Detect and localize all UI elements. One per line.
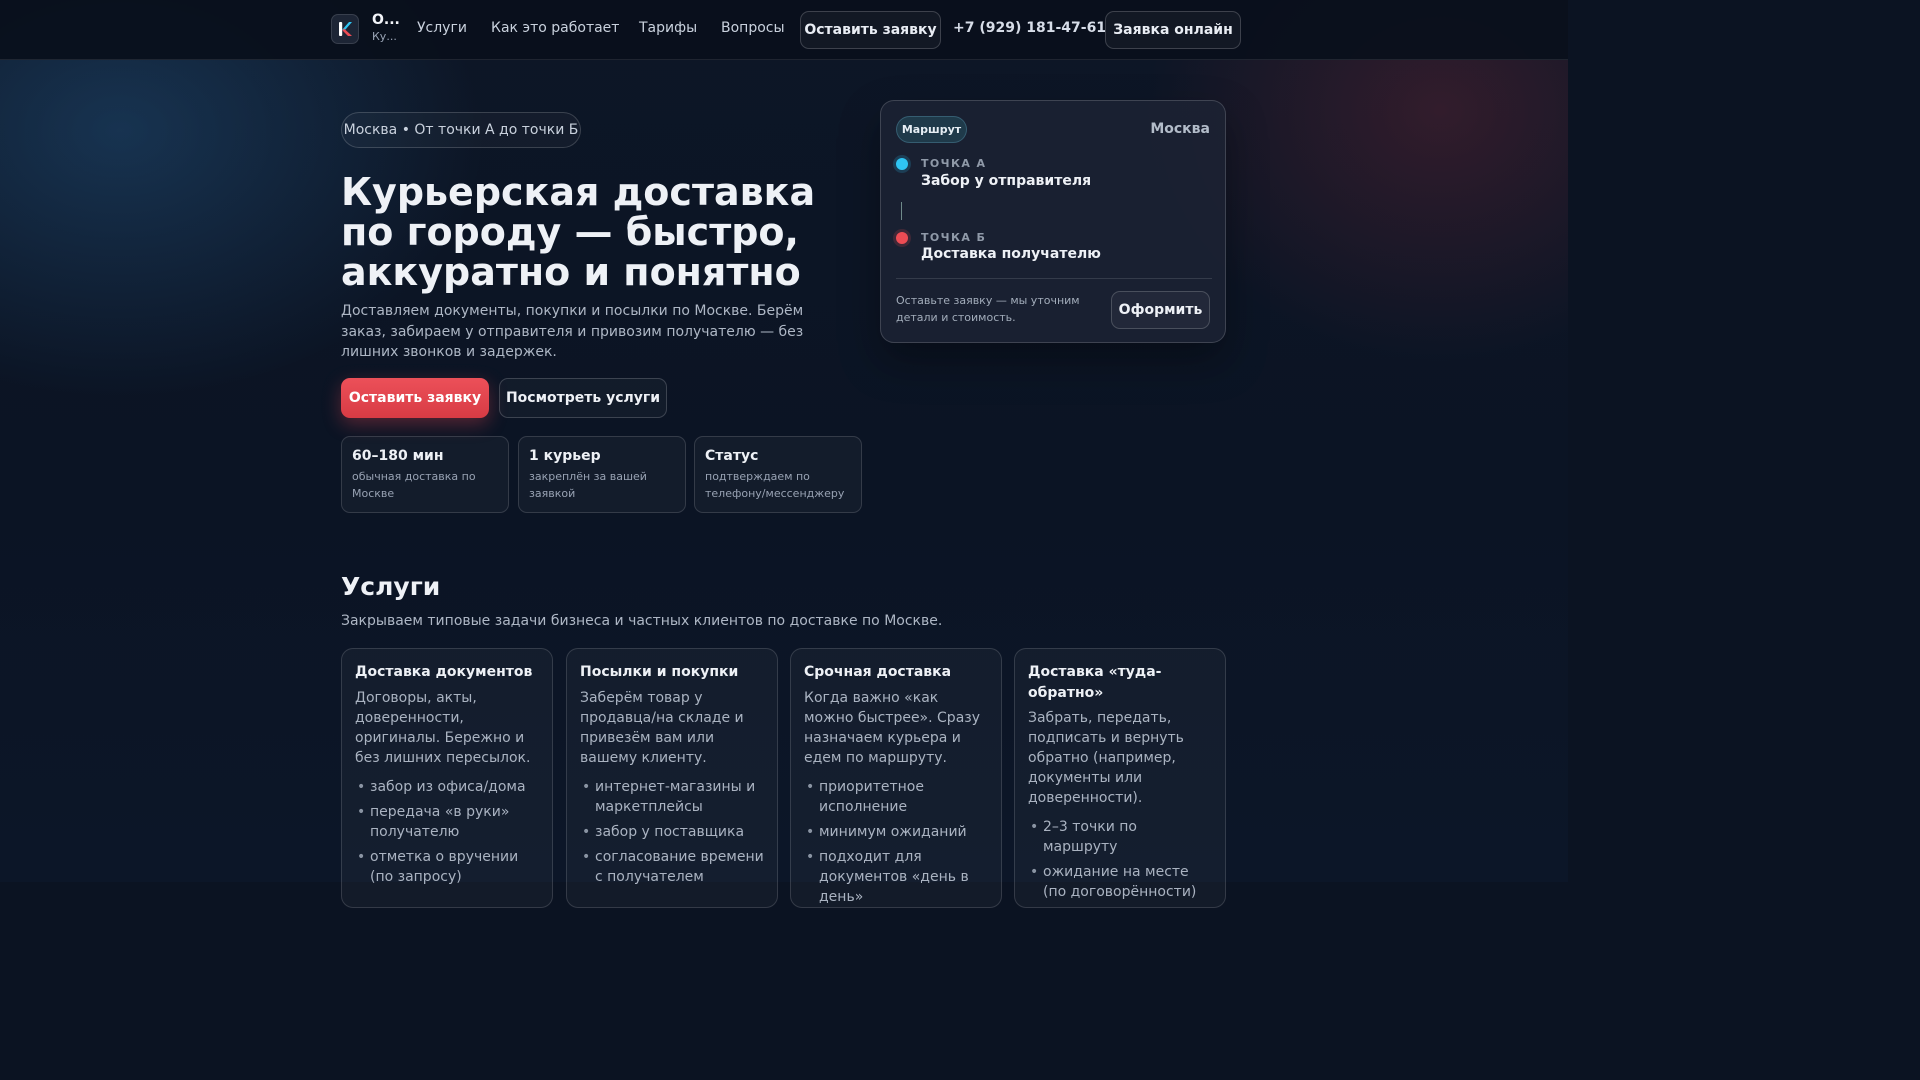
- services-title: Услуги: [341, 572, 441, 601]
- list-item: отметка о вручении (по запросу): [355, 847, 539, 887]
- route-note: Оставьте заявку — мы уточним детали и ст…: [896, 294, 1080, 324]
- stat-title: Статус: [705, 448, 759, 464]
- brand-subtitle: Ку...: [372, 30, 397, 43]
- brand-title[interactable]: О...: [372, 12, 400, 28]
- stat-card-courier: 1 курьер закреплён за вашей заявкой: [518, 436, 686, 513]
- stat-card-status: Статус подтверждаем по телефону/мессендж…: [694, 436, 862, 513]
- top-navbar: О... Ку... Услуги Как это работает Тариф…: [0, 0, 1568, 60]
- list-item: приоритетное исполнение: [804, 777, 988, 817]
- list-item: минимум ожиданий: [804, 822, 988, 842]
- list-item: согласование времени с получателем: [580, 847, 764, 887]
- point-a-label: ТОЧКА А: [921, 157, 987, 170]
- list-item: ожидание на месте (по договорённости): [1028, 862, 1212, 902]
- nav-link-how-it-works[interactable]: Как это работает: [491, 20, 619, 36]
- service-card-description: Когда важно «как можно быстрее». Сразу н…: [804, 689, 980, 766]
- service-card-parcels: Посылки и покупки Заберём товар у продав…: [566, 648, 778, 908]
- service-card-title: Доставка «туда-обратно»: [1028, 664, 1162, 701]
- list-item: забор из офиса/дома: [355, 777, 539, 797]
- point-b-marker-icon: [896, 232, 908, 244]
- logo[interactable]: [331, 14, 359, 44]
- route-divider: [896, 278, 1212, 279]
- service-card-round-trip: Доставка «туда-обратно» Забрать, передат…: [1014, 648, 1226, 908]
- hero-request-button[interactable]: Оставить заявку: [341, 378, 489, 418]
- point-b-title: Доставка получателю: [921, 246, 1101, 262]
- nav-link-pricing[interactable]: Тарифы: [639, 20, 697, 36]
- route-city: Москва: [1150, 121, 1210, 137]
- services-description: Закрываем типовые задачи бизнеса и частн…: [341, 613, 943, 629]
- service-card-description: Договоры, акты, доверенности, оригиналы.…: [355, 689, 531, 766]
- k-logo-icon: [339, 22, 352, 36]
- point-a-title: Забор у отправителя: [921, 173, 1092, 189]
- point-a-marker-icon: [896, 158, 908, 170]
- service-card-description: Забрать, передать, подписать и вернуть о…: [1028, 710, 1184, 806]
- hero-location-tag: Москва • От точки А до точки Б: [341, 112, 581, 148]
- service-feature-list: забор из офиса/дома передача «в руки» по…: [355, 777, 539, 887]
- order-button[interactable]: Оформить: [1111, 291, 1210, 329]
- list-item: 2–3 точки по маршруту: [1028, 817, 1212, 857]
- service-feature-list: приоритетное исполнение минимум ожиданий…: [804, 777, 988, 907]
- service-card-description: Заберём товар у продавца/на складе и при…: [580, 689, 744, 766]
- list-item: забор у поставщика: [580, 822, 764, 842]
- stat-card-delivery-time: 60–180 мин обычная доставка по Москве: [341, 436, 509, 513]
- service-card-title: Посылки и покупки: [580, 664, 739, 680]
- service-card-documents: Доставка документов Договоры, акты, дове…: [341, 648, 553, 908]
- service-card-title: Срочная доставка: [804, 664, 952, 680]
- service-card-title: Доставка документов: [355, 664, 533, 680]
- stat-subtitle: закреплён за вашей заявкой: [529, 470, 647, 500]
- point-b-label: ТОЧКА Б: [921, 231, 987, 244]
- list-item: передача «в руки» получателю: [355, 802, 539, 842]
- view-services-button[interactable]: Посмотреть услуги: [499, 378, 667, 418]
- stat-title: 1 курьер: [529, 448, 601, 464]
- service-card-urgent: Срочная доставка Когда важно «как можно …: [790, 648, 1002, 908]
- hero-title: Курьерская доставка по городу — быстро, …: [341, 170, 816, 294]
- list-item: интернет-магазины и маркетплейсы: [580, 777, 764, 817]
- nav-link-faq[interactable]: Вопросы: [721, 20, 785, 36]
- route-badge: Маршрут: [896, 116, 967, 143]
- service-feature-list: 2–3 точки по маршруту ожидание на месте …: [1028, 817, 1212, 902]
- route-panel: Маршрут Москва ТОЧКА А Забор у отправите…: [880, 100, 1226, 343]
- online-request-button[interactable]: Заявка онлайн: [1105, 11, 1241, 49]
- stat-subtitle: подтверждаем по телефону/мессенджеру: [705, 470, 845, 500]
- hero-description: Доставляем документы, покупки и посылки …: [341, 303, 804, 360]
- stat-subtitle: обычная доставка по Москве: [352, 470, 476, 500]
- route-connector-line: [901, 202, 902, 220]
- nav-request-button[interactable]: Оставить заявку: [800, 11, 941, 49]
- service-feature-list: интернет-магазины и маркетплейсы забор у…: [580, 777, 764, 887]
- list-item: подходит для документов «день в день»: [804, 847, 988, 907]
- nav-link-services[interactable]: Услуги: [417, 20, 467, 36]
- phone-link[interactable]: +7 (929) 181-47-61: [953, 20, 1106, 36]
- stat-title: 60–180 мин: [352, 448, 444, 464]
